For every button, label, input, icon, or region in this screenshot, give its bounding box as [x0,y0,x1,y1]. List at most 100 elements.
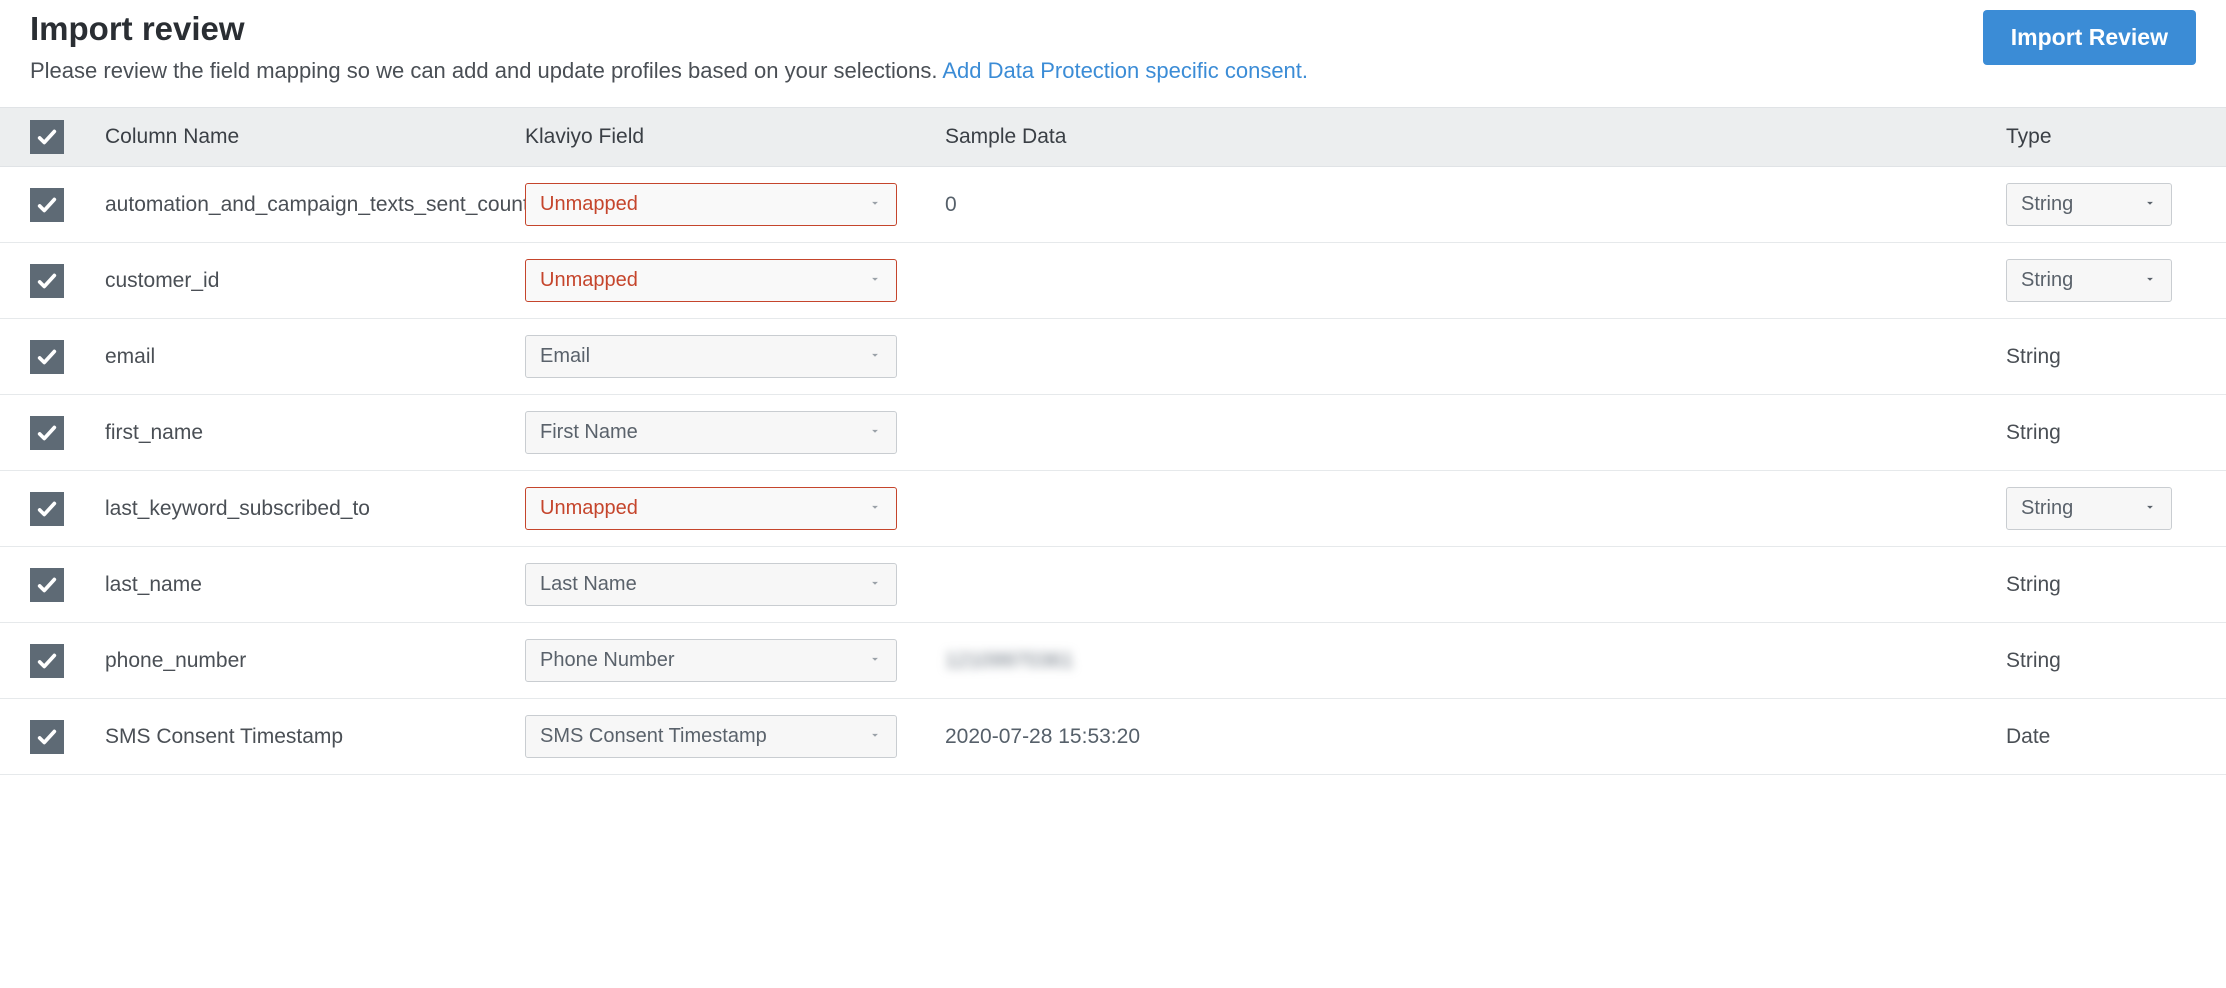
klaviyo-field-select[interactable]: Unmapped [525,259,897,302]
select-value: Last Name [540,573,637,596]
type-value: String [2006,421,2061,444]
sample-data-cell: 12109970361 [945,649,2006,673]
klaviyo-field-select[interactable]: Unmapped [525,487,897,530]
chevron-down-icon [868,345,882,368]
chevron-down-icon [2143,193,2157,216]
select-value: String [2021,497,2073,520]
type-cell: String [2006,259,2196,302]
select-value: Unmapped [540,193,638,216]
chevron-down-icon [868,725,882,748]
chevron-down-icon [868,421,882,444]
klaviyo-field-cell: Email [525,335,945,378]
row-checkbox[interactable] [30,720,64,754]
type-cell: String [2006,183,2196,226]
sample-data-value: 12109970361 [945,649,1073,672]
table-header-row: Column Name Klaviyo Field Sample Data Ty… [0,107,2226,167]
check-icon [36,270,58,292]
type-cell: Date [2006,725,2196,749]
table-row: emailEmailString [0,319,2226,395]
chevron-down-icon [868,500,882,514]
row-checkbox-cell [30,492,105,526]
table-row: first_nameFirst NameString [0,395,2226,471]
klaviyo-field-cell: Unmapped [525,183,945,226]
page-subtitle-line: Please review the field mapping so we ca… [30,54,1963,87]
select-value: First Name [540,421,638,444]
select-value: String [2021,193,2073,216]
select-value: SMS Consent Timestamp [540,725,767,748]
row-checkbox-cell [30,264,105,298]
check-icon [36,346,58,368]
klaviyo-field-cell: Phone Number [525,639,945,682]
chevron-down-icon [868,424,882,438]
chevron-down-icon [868,193,882,216]
row-checkbox[interactable] [30,492,64,526]
klaviyo-field-cell: SMS Consent Timestamp [525,715,945,758]
table-row: automation_and_campaign_texts_sent_count… [0,167,2226,243]
row-checkbox[interactable] [30,188,64,222]
type-cell: String [2006,421,2196,445]
chevron-down-icon [868,269,882,292]
chevron-down-icon [868,497,882,520]
select-value: Email [540,345,590,368]
column-name-cell: last_name [105,573,525,597]
column-name-cell: SMS Consent Timestamp [105,725,525,749]
table-row: customer_idUnmapped String [0,243,2226,319]
klaviyo-field-select[interactable]: First Name [525,411,897,454]
klaviyo-field-select[interactable]: Last Name [525,563,897,606]
klaviyo-field-select[interactable]: Unmapped [525,183,897,226]
chevron-down-icon [2143,196,2157,210]
type-cell: String [2006,649,2196,673]
row-checkbox[interactable] [30,264,64,298]
klaviyo-field-select[interactable]: SMS Consent Timestamp [525,715,897,758]
klaviyo-field-cell: Last Name [525,563,945,606]
chevron-down-icon [868,196,882,210]
chevron-down-icon [868,649,882,672]
select-value: String [2021,269,2073,292]
row-checkbox-cell [30,340,105,374]
type-value: String [2006,649,2061,672]
type-value: String [2006,573,2061,596]
sample-data-cell: 0 [945,193,2006,217]
chevron-down-icon [868,576,882,590]
header-column-name: Column Name [105,125,525,149]
select-value: Unmapped [540,497,638,520]
check-icon [36,650,58,672]
select-value: Phone Number [540,649,675,672]
table-row: last_name Last Name String [0,547,2226,623]
klaviyo-field-cell: Unmapped [525,259,945,302]
table-row: last_keyword_subscribed_to Unmapped String [0,471,2226,547]
row-checkbox-cell [30,568,105,602]
header-checkbox-cell [30,120,105,154]
klaviyo-field-cell: Unmapped [525,487,945,530]
table-row: phone_numberPhone Number12109970361Strin… [0,623,2226,699]
type-select[interactable]: String [2006,183,2172,226]
type-select[interactable]: String [2006,259,2172,302]
type-select[interactable]: String [2006,487,2172,530]
row-checkbox[interactable] [30,416,64,450]
chevron-down-icon [2143,497,2157,520]
page-header: Import review Please review the field ma… [0,10,2226,107]
column-name-cell: customer_id [105,269,525,293]
data-protection-link[interactable]: Add Data Protection specific consent. [942,58,1308,83]
chevron-down-icon [868,573,882,596]
select-all-checkbox[interactable] [30,120,64,154]
row-checkbox-cell [30,644,105,678]
page-subtitle: Please review the field mapping so we ca… [30,58,937,83]
klaviyo-field-select[interactable]: Phone Number [525,639,897,682]
row-checkbox[interactable] [30,568,64,602]
chevron-down-icon [868,728,882,742]
check-icon [36,422,58,444]
klaviyo-field-select[interactable]: Email [525,335,897,378]
column-name-cell: last_keyword_subscribed_to [105,497,525,521]
import-review-button[interactable]: Import Review [1983,10,2196,65]
row-checkbox-cell [30,416,105,450]
header-klaviyo-field: Klaviyo Field [525,125,945,149]
row-checkbox[interactable] [30,340,64,374]
header-text-block: Import review Please review the field ma… [30,10,1963,87]
import-review-page: Import review Please review the field ma… [0,0,2226,785]
row-checkbox[interactable] [30,644,64,678]
row-checkbox-cell [30,188,105,222]
chevron-down-icon [2143,272,2157,286]
sample-data-cell: 2020-07-28 15:53:20 [945,725,2006,749]
check-icon [36,574,58,596]
